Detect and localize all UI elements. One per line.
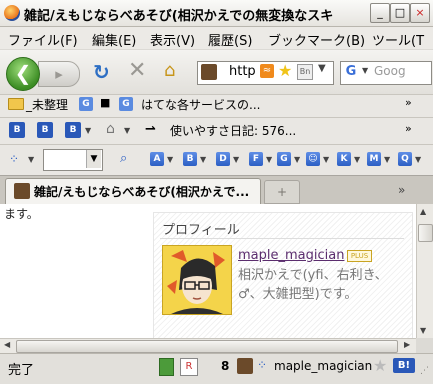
gtb-dropdown-b[interactable]: ▼	[200, 155, 206, 164]
bookmark-star-icon[interactable]: ★	[278, 61, 292, 80]
home-icon[interactable]: ⌂	[164, 60, 175, 81]
profile-title: プロフィール	[162, 223, 240, 238]
gtb-button-m[interactable]: M	[367, 152, 381, 166]
scroll-right-icon[interactable]: ▶	[404, 340, 410, 349]
square-bookmark[interactable]: ■	[100, 96, 110, 109]
gtb-button-k[interactable]: K	[337, 152, 351, 166]
google-icon[interactable]: G	[343, 64, 359, 80]
tab-list-icon[interactable]: »	[398, 183, 405, 197]
search-input[interactable]: Goog	[374, 64, 430, 78]
scroll-down-icon[interactable]: ▼	[420, 326, 426, 335]
close-button[interactable]: ×	[410, 3, 430, 23]
bookmark-unsorted[interactable]: _未整理	[26, 96, 68, 113]
user-favicon-icon	[237, 358, 253, 374]
tag-dropdown-icon[interactable]: ▼	[124, 126, 130, 135]
menu-bookmarks[interactable]: ブックマーク(B)	[268, 30, 365, 49]
url-dropdown-icon[interactable]: ▼	[318, 63, 326, 74]
gtb-dropdown-q[interactable]: ▼	[415, 155, 421, 164]
gtb-dropdown-d[interactable]: ▼	[233, 155, 239, 164]
tab-favicon-icon	[14, 183, 30, 199]
status-username[interactable]: maple_magician	[274, 359, 372, 373]
menu-view[interactable]: 表示(V)	[150, 30, 195, 49]
url-text[interactable]: http	[229, 64, 256, 79]
network-icon[interactable]: ⁘	[257, 358, 271, 372]
menu-tools[interactable]: ツール(T	[372, 30, 424, 49]
hatena-diary-link[interactable]: 使いやすさ日記: 576...	[170, 122, 296, 139]
status-text: 完了	[8, 363, 35, 378]
forward-button[interactable]: ▸	[38, 61, 80, 87]
gtb-dropdown-a[interactable]: ▼	[167, 155, 173, 164]
hatena-bookmark-button[interactable]: B	[9, 122, 25, 138]
search-engine-dropdown-icon[interactable]: ▼	[362, 66, 368, 75]
page-icon[interactable]: Bn	[297, 64, 313, 80]
hatena-overflow-icon[interactable]: »	[405, 122, 412, 135]
stop-icon[interactable]: ✕	[128, 58, 146, 83]
site-favicon-icon	[201, 64, 217, 80]
avatar-illustration-icon	[163, 246, 231, 314]
hatena-logo-icon: ⇀	[145, 122, 156, 137]
tag-icon[interactable]: ⌂	[106, 121, 115, 137]
new-tab-button[interactable]: +	[264, 180, 300, 204]
gtb-button-a[interactable]: A	[150, 152, 164, 166]
status-star-icon[interactable]: ★	[373, 356, 387, 375]
status-count: 8	[221, 359, 230, 373]
gtb-dropdown-k[interactable]: ▼	[354, 155, 360, 164]
hatena-dropdown-icon[interactable]: ▼	[85, 126, 91, 135]
divider	[160, 238, 404, 239]
gtb-button-q[interactable]: Q	[398, 152, 412, 166]
google-bookmark-icon-2[interactable]: G	[119, 97, 133, 111]
horizontal-scroll-thumb[interactable]	[16, 340, 398, 353]
profile-bio: 相沢かえで(yfi、右利き、♂、大雑把型)です。	[238, 268, 388, 302]
bookmarks-overflow-icon[interactable]: »	[405, 96, 412, 109]
profile-username-link[interactable]: maple_magician	[238, 248, 344, 263]
menu-edit[interactable]: 編集(E)	[92, 30, 136, 49]
back-button[interactable]: ❮	[6, 57, 40, 91]
addon-green-icon[interactable]	[159, 358, 174, 376]
gtb-dropdown-m[interactable]: ▼	[384, 155, 390, 164]
folder-icon	[8, 98, 24, 110]
search-icon[interactable]: ⌕	[120, 151, 127, 166]
plus-badge: PLUS	[347, 250, 372, 262]
gtb-button-smile[interactable]: ☺	[306, 152, 320, 166]
gtb-button-d[interactable]: D	[216, 152, 230, 166]
hatena-add-button[interactable]: B	[37, 122, 53, 138]
gtb-button-f[interactable]: F	[249, 152, 263, 166]
tab-title[interactable]: 雑記/えもじならべあそび(相沢かえで...	[34, 183, 252, 200]
gtb-button-g[interactable]: G	[277, 152, 291, 166]
scroll-left-icon[interactable]: ◀	[4, 340, 10, 349]
content-snippet: ます。	[4, 207, 39, 221]
bookmark-hatena[interactable]: はてな各サービスの...	[141, 96, 260, 113]
window-title: 雑記/えもじならべあそび(相沢かえでの無変換なスキ	[24, 9, 334, 24]
scroll-up-icon[interactable]: ▲	[420, 207, 426, 216]
vertical-scroll-thumb[interactable]	[418, 224, 433, 242]
gtb-dropdown-g[interactable]: ▼	[294, 155, 300, 164]
addon-red-icon[interactable]: R	[180, 358, 198, 376]
grid-dropdown-icon[interactable]: ▼	[28, 155, 34, 164]
gtb-dropdown-f[interactable]: ▼	[266, 155, 272, 164]
menu-history[interactable]: 履歴(S)	[208, 30, 252, 49]
maximize-button[interactable]: □	[390, 3, 410, 23]
select-dropdown-icon[interactable]: ▼	[86, 150, 101, 168]
reload-icon[interactable]: ↻	[93, 60, 110, 84]
resize-grip-icon[interactable]: ⋰	[420, 366, 429, 376]
gtb-dropdown-smile[interactable]: ▼	[323, 155, 329, 164]
menu-file[interactable]: ファイル(F)	[8, 30, 78, 49]
hatena-bookmark-count-button[interactable]: B!	[393, 358, 415, 373]
google-bookmark-icon[interactable]: G	[79, 97, 93, 111]
minimize-button[interactable]: _	[370, 3, 390, 23]
firefox-icon	[4, 5, 20, 21]
gtb-button-b[interactable]: B	[183, 152, 197, 166]
rss-icon[interactable]: ≈	[260, 64, 274, 78]
grid-icon[interactable]: ⁘	[9, 152, 25, 166]
avatar[interactable]	[162, 245, 232, 315]
hatena-list-button[interactable]: B	[65, 122, 81, 138]
